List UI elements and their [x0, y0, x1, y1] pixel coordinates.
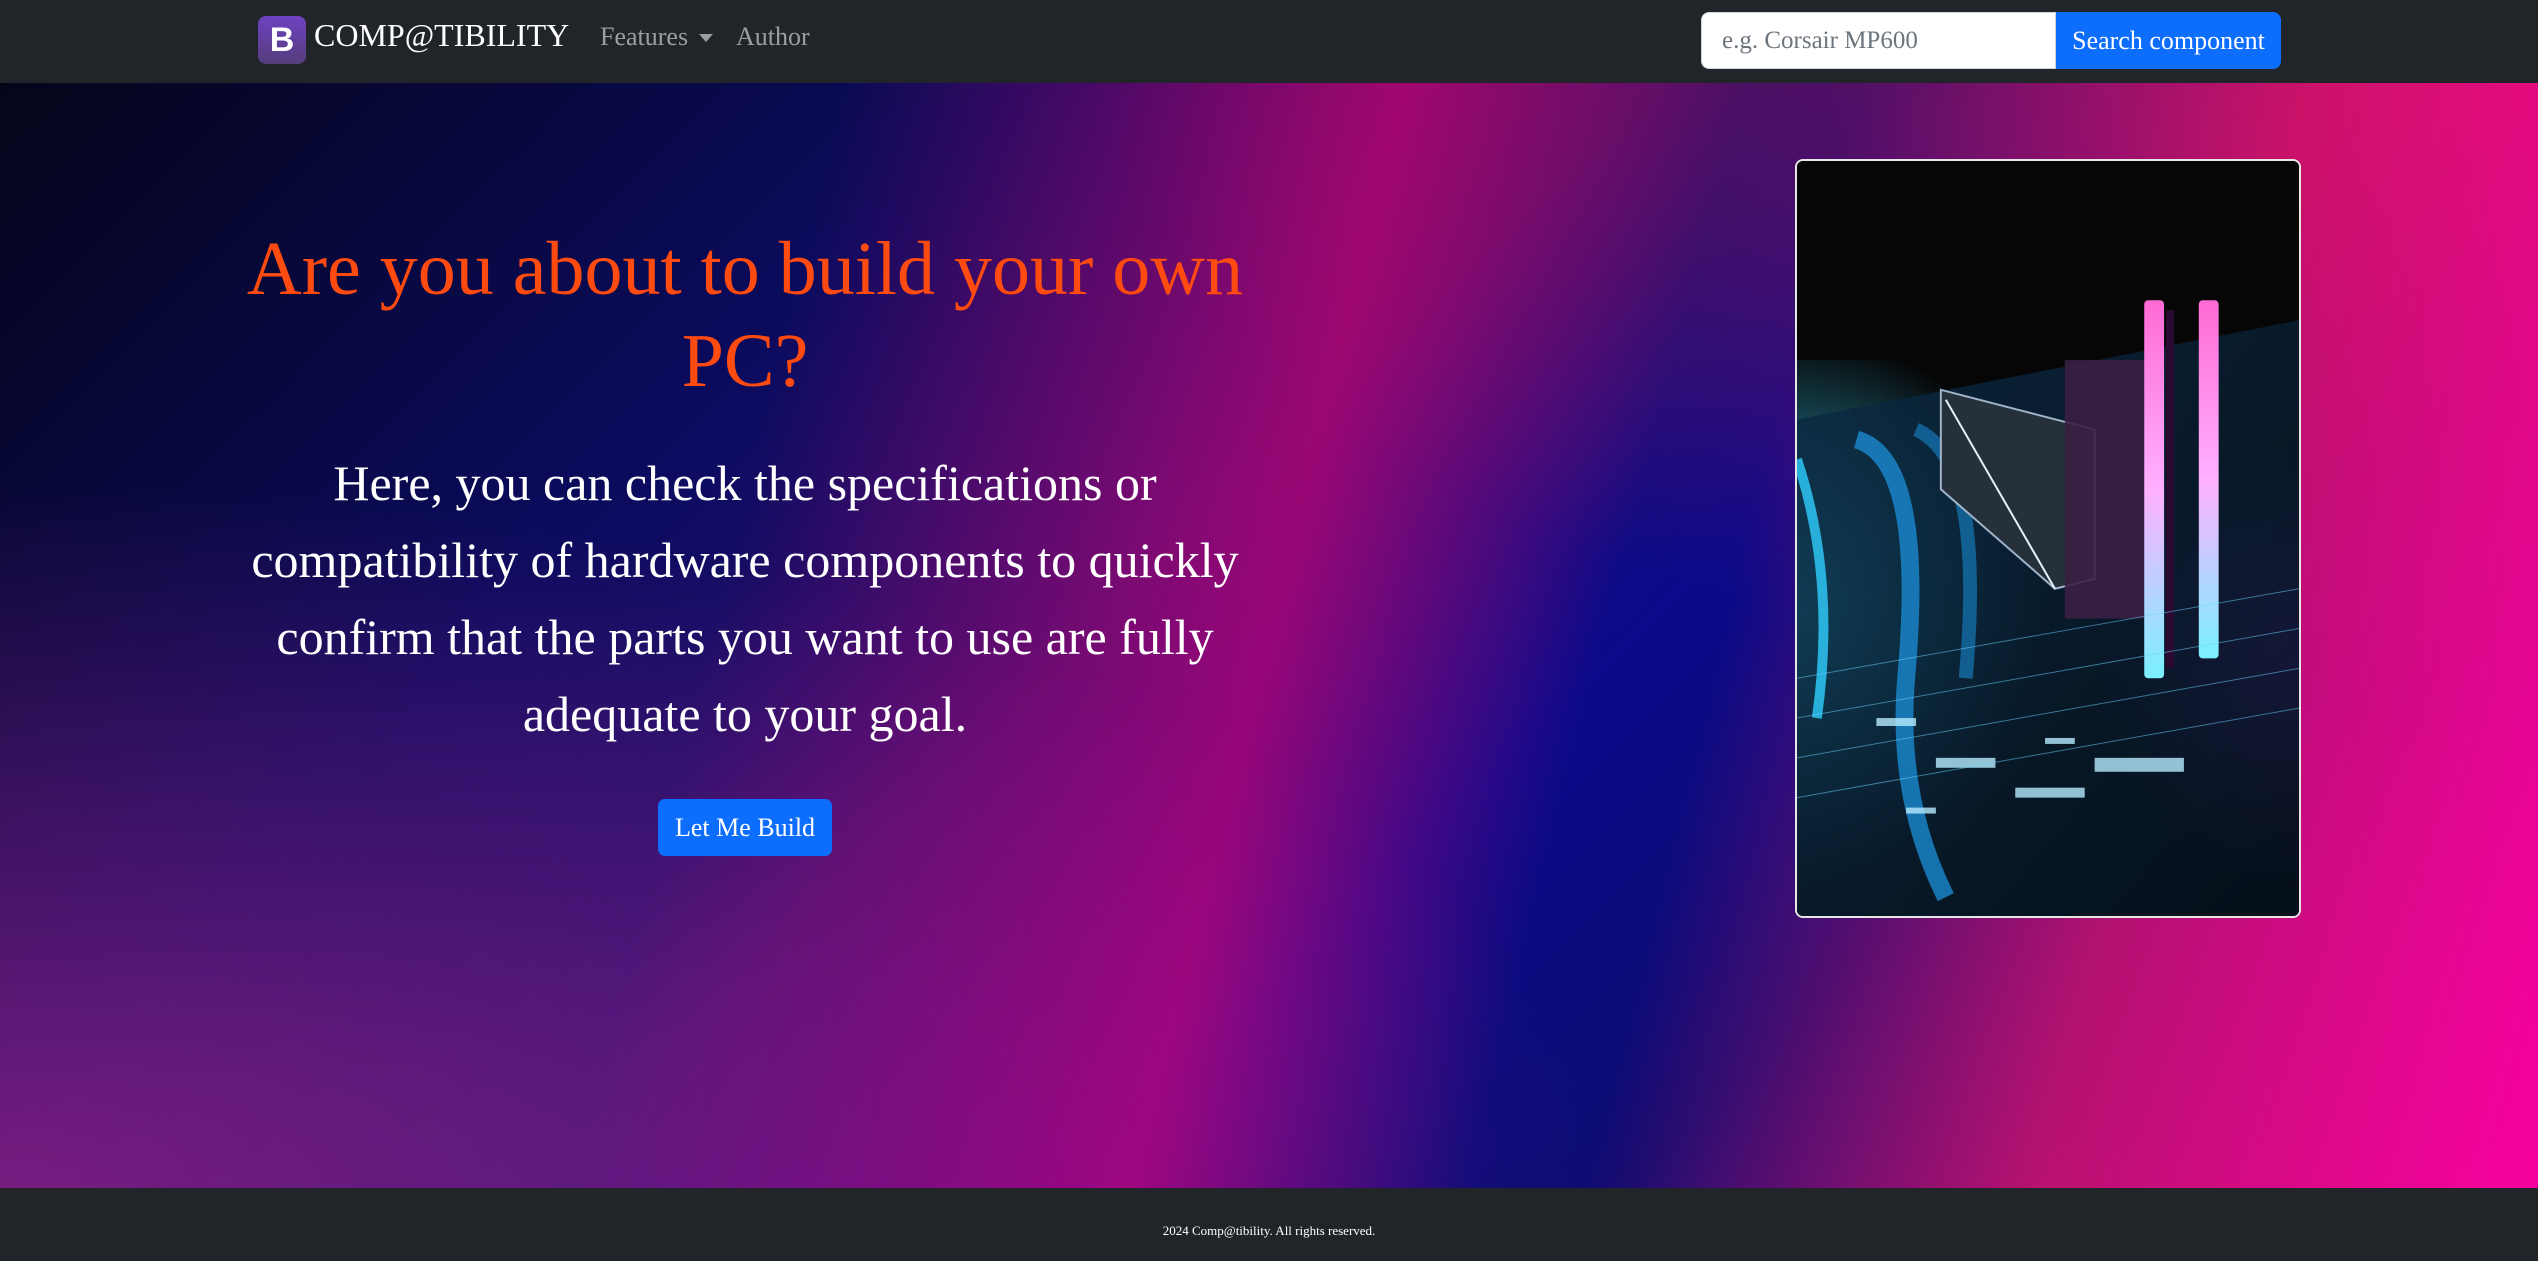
bootstrap-logo-icon: B	[258, 16, 306, 64]
pc-hardware-illustration	[1797, 161, 2299, 916]
copyright-text: 2024 Comp@tibility. All rights reserved.	[1162, 1223, 1376, 1238]
nav-author-link[interactable]: Author	[736, 22, 810, 52]
pc-build-image	[1795, 159, 2301, 918]
nav-features-dropdown[interactable]: Features	[600, 22, 714, 52]
nav-features-label: Features	[600, 22, 689, 51]
hero-headline: Are you about to build your own PC?	[246, 227, 1244, 403]
let-me-build-button[interactable]: Let Me Build	[658, 799, 832, 856]
brand-link[interactable]: B COMP@TIBILITY	[258, 16, 569, 64]
hero-description: Here, you can check the specifications o…	[251, 455, 1239, 742]
chevron-down-icon	[699, 34, 714, 42]
footer: 2024 Comp@tibility. All rights reserved.	[0, 1188, 2538, 1261]
search-button[interactable]: Search component	[2056, 12, 2281, 69]
top-navbar: B COMP@TIBILITY Features Author Search c…	[0, 0, 2538, 83]
hero-section: Are you about to build your own PC? Here…	[0, 83, 2538, 1188]
brand-name: COMP@TIBILITY	[314, 16, 570, 53]
search-input[interactable]	[1701, 12, 2056, 69]
